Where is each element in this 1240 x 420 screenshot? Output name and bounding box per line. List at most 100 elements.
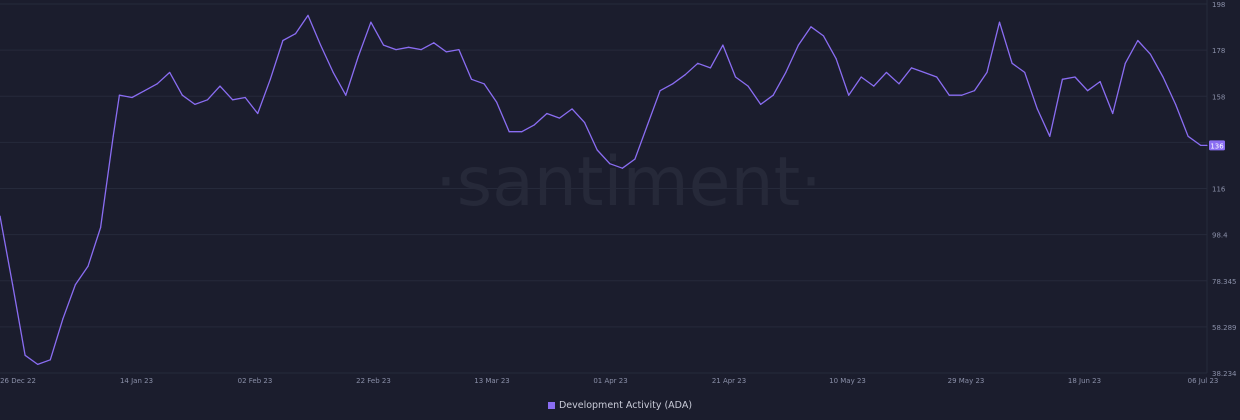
data-point xyxy=(998,21,1001,23)
data-point xyxy=(1124,62,1126,64)
data-point xyxy=(910,67,913,69)
data-point xyxy=(936,76,938,78)
data-point xyxy=(62,318,64,320)
y-tick-label: 98.4 xyxy=(1212,232,1228,240)
data-point xyxy=(1036,108,1038,110)
data-point xyxy=(1206,144,1208,147)
data-point xyxy=(885,71,887,74)
data-point xyxy=(244,96,246,99)
data-point xyxy=(797,44,799,46)
data-point xyxy=(395,49,397,51)
data-point xyxy=(860,76,862,78)
data-point xyxy=(483,83,485,85)
data-point xyxy=(684,74,686,76)
data-point xyxy=(1149,53,1152,55)
data-point xyxy=(747,85,749,87)
santiment-watermark: ·santiment· xyxy=(435,143,822,222)
data-point xyxy=(194,103,196,105)
data-point xyxy=(722,44,724,46)
data-point xyxy=(584,122,586,124)
data-point xyxy=(948,94,950,96)
data-point xyxy=(609,163,611,165)
x-tick-label: 21 Apr 23 xyxy=(712,377,746,385)
data-point xyxy=(521,131,523,133)
data-point xyxy=(345,94,347,96)
legend-label: Development Activity (ADA) xyxy=(558,399,693,411)
data-point xyxy=(596,149,598,151)
y-tick-label: 78.345 xyxy=(1212,278,1237,286)
data-point xyxy=(131,96,133,99)
data-point xyxy=(496,101,498,103)
legend[interactable]: Development Activity (ADA) xyxy=(0,398,1240,412)
data-point xyxy=(206,99,209,101)
x-tick-label: 22 Feb 23 xyxy=(356,377,391,385)
data-point xyxy=(156,83,158,85)
data-point xyxy=(1187,135,1189,137)
data-point xyxy=(646,124,649,126)
data-point xyxy=(1061,78,1064,80)
data-point xyxy=(1137,39,1139,42)
data-point xyxy=(99,226,102,229)
legend-swatch xyxy=(547,401,555,409)
y-tick-label: 178 xyxy=(1212,47,1225,55)
data-point xyxy=(118,94,121,96)
x-tick-label: 06 Jul 23 xyxy=(1188,377,1219,385)
data-point xyxy=(445,51,447,53)
x-tick-label: 01 Apr 23 xyxy=(593,377,627,385)
data-point xyxy=(709,67,711,69)
data-point xyxy=(269,78,271,80)
data-point xyxy=(143,90,146,92)
y-tick-label: 116 xyxy=(1212,186,1226,194)
data-point xyxy=(257,112,259,115)
data-point xyxy=(470,78,473,80)
data-point xyxy=(181,94,183,96)
data-point xyxy=(420,49,422,51)
data-point xyxy=(11,283,14,286)
data-point xyxy=(357,55,359,58)
data-point xyxy=(533,124,535,126)
x-tick-label: 14 Jan 23 xyxy=(120,377,153,385)
data-point xyxy=(634,158,636,160)
data-point xyxy=(734,76,737,78)
data-point xyxy=(408,46,410,48)
x-tick-label: 10 May 23 xyxy=(829,377,866,385)
data-point xyxy=(1174,103,1177,105)
data-point xyxy=(433,42,435,44)
x-tick-label: 02 Feb 23 xyxy=(238,377,273,385)
data-point xyxy=(973,90,976,92)
data-point xyxy=(1086,90,1089,92)
data-point xyxy=(697,62,699,64)
last-value-label: 136 xyxy=(1210,142,1224,150)
data-point xyxy=(898,83,900,85)
data-point xyxy=(112,135,114,137)
data-point xyxy=(1024,71,1026,74)
data-point xyxy=(1074,76,1076,78)
data-point xyxy=(986,71,988,74)
x-tick-label: 29 May 23 xyxy=(948,377,985,385)
data-point xyxy=(848,94,850,96)
development-activity-chart: 19817815813811698.478.34558.28938.23426 … xyxy=(0,0,1237,385)
data-point xyxy=(219,85,221,87)
data-point xyxy=(37,363,39,366)
data-point xyxy=(822,35,825,37)
data-point xyxy=(1099,80,1101,83)
data-point xyxy=(772,94,774,96)
data-point xyxy=(835,58,837,60)
data-point xyxy=(169,71,171,74)
data-point xyxy=(873,85,875,87)
y-tick-label: 58.289 xyxy=(1212,324,1237,332)
data-point xyxy=(546,112,548,115)
data-point xyxy=(923,71,925,74)
data-point xyxy=(320,44,322,46)
data-point xyxy=(370,21,372,23)
data-point xyxy=(785,71,787,74)
data-point xyxy=(458,49,460,51)
data-point xyxy=(961,94,963,96)
data-point xyxy=(282,39,284,42)
data-point xyxy=(1112,112,1114,115)
data-point xyxy=(672,83,674,85)
data-point xyxy=(571,108,573,110)
data-point xyxy=(87,265,89,267)
data-point xyxy=(332,71,334,74)
data-point xyxy=(24,354,26,356)
